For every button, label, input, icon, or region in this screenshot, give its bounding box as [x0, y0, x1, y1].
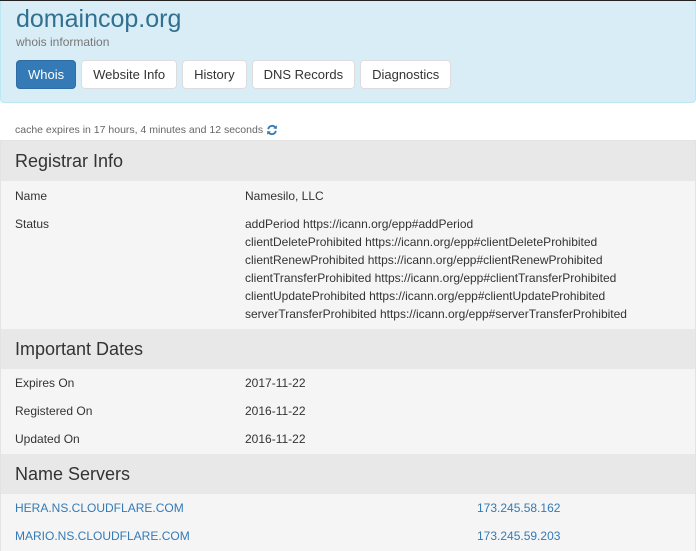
row-value: Namesilo, LLC — [245, 189, 324, 203]
page-subtitle: whois information — [16, 35, 110, 49]
cache-status: cache expires in 17 hours, 4 minutes and… — [15, 124, 278, 136]
page-header: domaincop.org whois information Whois We… — [0, 1, 696, 103]
refresh-icon[interactable] — [266, 124, 278, 136]
status-list: addPeriod https://icann.org/epp#addPerio… — [245, 215, 627, 323]
tab-history[interactable]: History — [182, 60, 247, 89]
row-label: Updated On — [15, 432, 80, 446]
row-value: 2017-11-22 — [245, 376, 306, 390]
page-title: domaincop.org — [16, 5, 182, 33]
status-item: clientRenewProhibited https://icann.org/… — [245, 253, 603, 267]
tab-dns-records[interactable]: DNS Records — [251, 60, 356, 89]
tab-bar: Whois Website Info History DNS Records D… — [16, 60, 452, 89]
nameserver-host-link[interactable]: HERA.NS.CLOUDFLARE.COM — [15, 499, 184, 517]
status-item: clientTransferProhibited https://icann.o… — [245, 271, 617, 285]
tab-whois[interactable]: Whois — [16, 60, 77, 89]
status-item: clientUpdateProhibited https://icann.org… — [245, 289, 606, 303]
status-item: serverTransferProhibited https://icann.o… — [245, 307, 627, 321]
tab-website-info[interactable]: Website Info — [81, 60, 178, 89]
row-label: Status — [15, 217, 50, 231]
cache-text: cache expires in 17 hours, 4 minutes and… — [15, 124, 264, 136]
row-value: 2016-11-22 — [245, 404, 306, 418]
row-label: Registered On — [15, 404, 93, 418]
nameserver-ip-link[interactable]: 173.245.58.162 — [477, 499, 560, 517]
registrar-heading: Registrar Info — [1, 141, 695, 181]
tab-diagnostics[interactable]: Diagnostics — [360, 60, 452, 89]
nameserver-ip-link[interactable]: 173.245.59.203 — [477, 527, 560, 545]
status-item: clientDeleteProhibited https://icann.org… — [245, 235, 598, 249]
nameservers-heading: Name Servers — [1, 454, 695, 494]
row-value: 2016-11-22 — [245, 432, 306, 446]
status-item: addPeriod https://icann.org/epp#addPerio… — [245, 217, 474, 231]
dates-heading: Important Dates — [1, 329, 695, 369]
nameserver-host-link[interactable]: MARIO.NS.CLOUDFLARE.COM — [15, 527, 190, 545]
row-label: Name — [15, 189, 48, 203]
row-label: Expires On — [15, 376, 75, 390]
whois-panel: Registrar Info Name Namesilo, LLC Status… — [0, 140, 696, 551]
